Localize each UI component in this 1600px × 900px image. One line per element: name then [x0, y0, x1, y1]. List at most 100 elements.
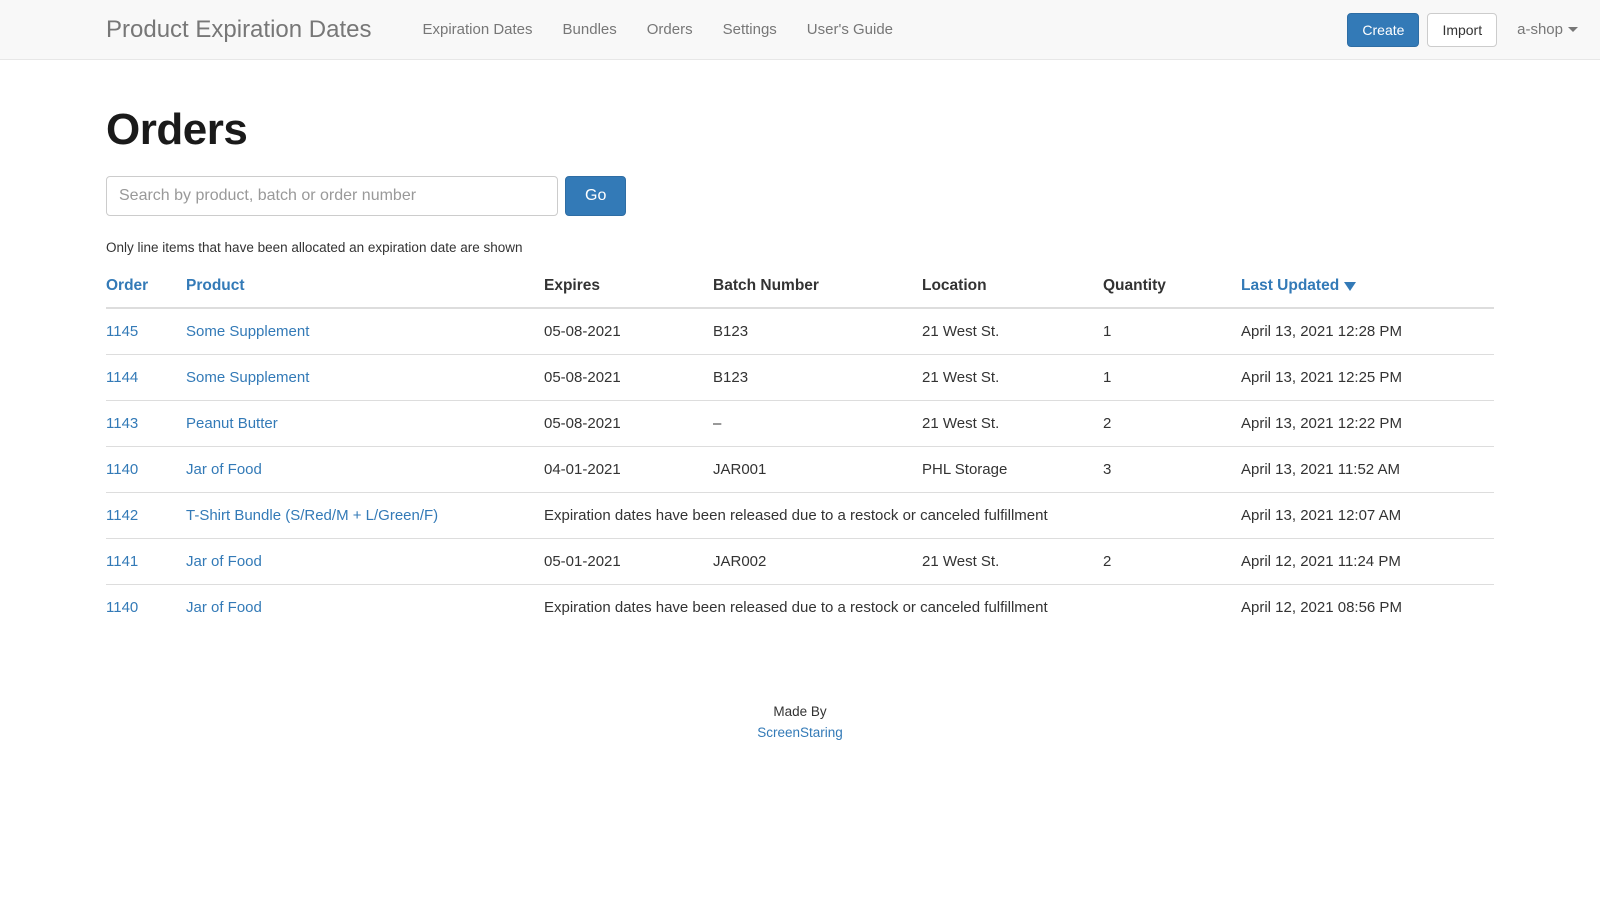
orders-table-head: Order Product Expires Batch Number Locat…: [106, 269, 1494, 308]
cell-product-link[interactable]: Some Supplement: [186, 369, 309, 386]
orders-table-body: 1145Some Supplement05-08-2021B12321 West…: [106, 308, 1494, 630]
cell-product: T-Shirt Bundle (S/Red/M + L/Green/F): [186, 493, 544, 539]
cell-expires: 05-08-2021: [544, 401, 713, 447]
cell-quantity: 3: [1103, 447, 1241, 493]
cell-last-updated: April 13, 2021 11:52 AM: [1241, 447, 1494, 493]
nav-link-orders[interactable]: Orders: [632, 22, 708, 37]
cell-last-updated: April 13, 2021 12:28 PM: [1241, 308, 1494, 355]
column-header-order: Order: [106, 269, 186, 308]
table-row: 1141 Jar of Food 05-01-2021JAR00221 West S…: [106, 539, 1494, 585]
cell-order: 1140: [106, 447, 186, 493]
cell-product: Jar of Food: [186, 585, 544, 631]
cell-product-link[interactable]: Jar of Food: [186, 599, 262, 616]
cell-order: 1141: [106, 539, 186, 585]
sort-link-order[interactable]: Order: [106, 277, 148, 294]
nav-link-users-guide[interactable]: User's Guide: [792, 22, 908, 37]
column-header-location: Location: [922, 269, 1103, 308]
cell-location: 21 West St.: [922, 355, 1103, 401]
sort-descending-icon: [1344, 282, 1356, 291]
table-row: 1142 T-Shirt Bundle (S/Red/M + L/Green/F)…: [106, 493, 1494, 539]
column-header-batch-number: Batch Number: [713, 269, 922, 308]
cell-quantity: 2: [1103, 539, 1241, 585]
orders-table: Order Product Expires Batch Number Locat…: [106, 269, 1494, 630]
cell-product: Some Supplement: [186, 308, 544, 355]
cell-batch-number: JAR001: [713, 447, 922, 493]
cell-product: Jar of Food: [186, 539, 544, 585]
cell-last-updated: April 13, 2021 12:22 PM: [1241, 401, 1494, 447]
cell-quantity: 1: [1103, 308, 1241, 355]
cell-product-link[interactable]: Jar of Food: [186, 553, 262, 570]
page-footer: Made By ScreenStaring: [106, 702, 1494, 743]
import-button[interactable]: Import: [1427, 13, 1497, 47]
footer-author-link[interactable]: ScreenStaring: [757, 725, 843, 740]
table-note: Only line items that have been allocated…: [106, 240, 1494, 255]
cell-order: 1140: [106, 585, 186, 631]
cell-product: Jar of Food: [186, 447, 544, 493]
cell-product-link[interactable]: Jar of Food: [186, 461, 262, 478]
column-header-product: Product: [186, 269, 544, 308]
create-button[interactable]: Create: [1347, 13, 1419, 47]
column-header-expires: Expires: [544, 269, 713, 308]
sort-link-product[interactable]: Product: [186, 277, 245, 294]
table-row: 1145 Some Supplement 05-08-2021B12321 West…: [106, 308, 1494, 355]
cell-quantity: 1: [1103, 355, 1241, 401]
cell-batch-number: B123: [713, 355, 922, 401]
cell-product-link[interactable]: Some Supplement: [186, 323, 309, 340]
cell-order-link[interactable]: 1141: [106, 553, 138, 570]
cell-released-message: Expiration dates have been released due …: [544, 585, 1241, 631]
cell-order-link[interactable]: 1144: [106, 369, 138, 386]
cell-order-link[interactable]: 1145: [106, 323, 138, 340]
cell-location: 21 West St.: [922, 308, 1103, 355]
cell-released-message: Expiration dates have been released due …: [544, 493, 1241, 539]
cell-batch-number: JAR002: [713, 539, 922, 585]
cell-expires: 05-08-2021: [544, 355, 713, 401]
page-container: Orders Go Only line items that have been…: [0, 106, 1600, 743]
cell-last-updated: April 13, 2021 12:25 PM: [1241, 355, 1494, 401]
cell-product: Some Supplement: [186, 355, 544, 401]
nav-link-bundles[interactable]: Bundles: [548, 22, 632, 37]
cell-product-link[interactable]: T-Shirt Bundle (S/Red/M + L/Green/F): [186, 507, 438, 524]
cell-product: Peanut Butter: [186, 401, 544, 447]
cell-batch-number: B123: [713, 308, 922, 355]
cell-order: 1143: [106, 401, 186, 447]
cell-product-link[interactable]: Peanut Butter: [186, 415, 278, 432]
cell-order: 1145: [106, 308, 186, 355]
cell-last-updated: April 13, 2021 12:07 AM: [1241, 493, 1494, 539]
sort-link-last-updated[interactable]: Last Updated: [1241, 277, 1356, 294]
top-navbar: Product Expiration Dates Expiration Date…: [0, 0, 1600, 60]
cell-order-link[interactable]: 1140: [106, 599, 138, 616]
table-row: 1140Jar of Food04-01-2021JAR001PHL Stora…: [106, 447, 1494, 493]
navbar-links: Expiration Dates Bundles Orders Settings…: [407, 22, 908, 37]
search-submit-button[interactable]: Go: [565, 176, 626, 216]
search-input[interactable]: [106, 176, 558, 216]
cell-order: 1144: [106, 355, 186, 401]
cell-batch-number: –: [713, 401, 922, 447]
cell-location: 21 West St.: [922, 539, 1103, 585]
account-menu[interactable]: a-shop: [1517, 21, 1578, 38]
table-row: 1140 Jar of Food Expiration dates have bee…: [106, 585, 1494, 631]
page-title: Orders: [106, 106, 1494, 154]
cell-order-link[interactable]: 1143: [106, 415, 138, 432]
chevron-down-icon: [1568, 27, 1578, 32]
table-row: 1144 Some Supplement 05-08-2021B12321 West…: [106, 355, 1494, 401]
cell-quantity: 2: [1103, 401, 1241, 447]
cell-last-updated: April 12, 2021 11:24 PM: [1241, 539, 1494, 585]
table-header-row: Order Product Expires Batch Number Locat…: [106, 269, 1494, 308]
cell-expires: 05-01-2021: [544, 539, 713, 585]
footer-made-by-label: Made By: [106, 702, 1494, 722]
cell-order-link[interactable]: 1142: [106, 507, 138, 524]
cell-expires: 05-08-2021: [544, 308, 713, 355]
navbar-brand[interactable]: Product Expiration Dates: [106, 18, 371, 42]
navbar-actions: Create Import a-shop: [1347, 13, 1578, 47]
cell-order: 1142: [106, 493, 186, 539]
nav-link-settings[interactable]: Settings: [708, 22, 792, 37]
sort-link-last-updated-label: Last Updated: [1241, 277, 1339, 294]
column-header-last-updated: Last Updated: [1241, 269, 1494, 308]
cell-last-updated: April 12, 2021 08:56 PM: [1241, 585, 1494, 631]
cell-expires: 04-01-2021: [544, 447, 713, 493]
table-row: 1143 Peanut Butter 05-08-2021–21 West St.2…: [106, 401, 1494, 447]
cell-location: 21 West St.: [922, 401, 1103, 447]
nav-link-expiration-dates[interactable]: Expiration Dates: [407, 22, 547, 37]
column-header-quantity: Quantity: [1103, 269, 1241, 308]
cell-order-link[interactable]: 1140: [106, 461, 138, 478]
